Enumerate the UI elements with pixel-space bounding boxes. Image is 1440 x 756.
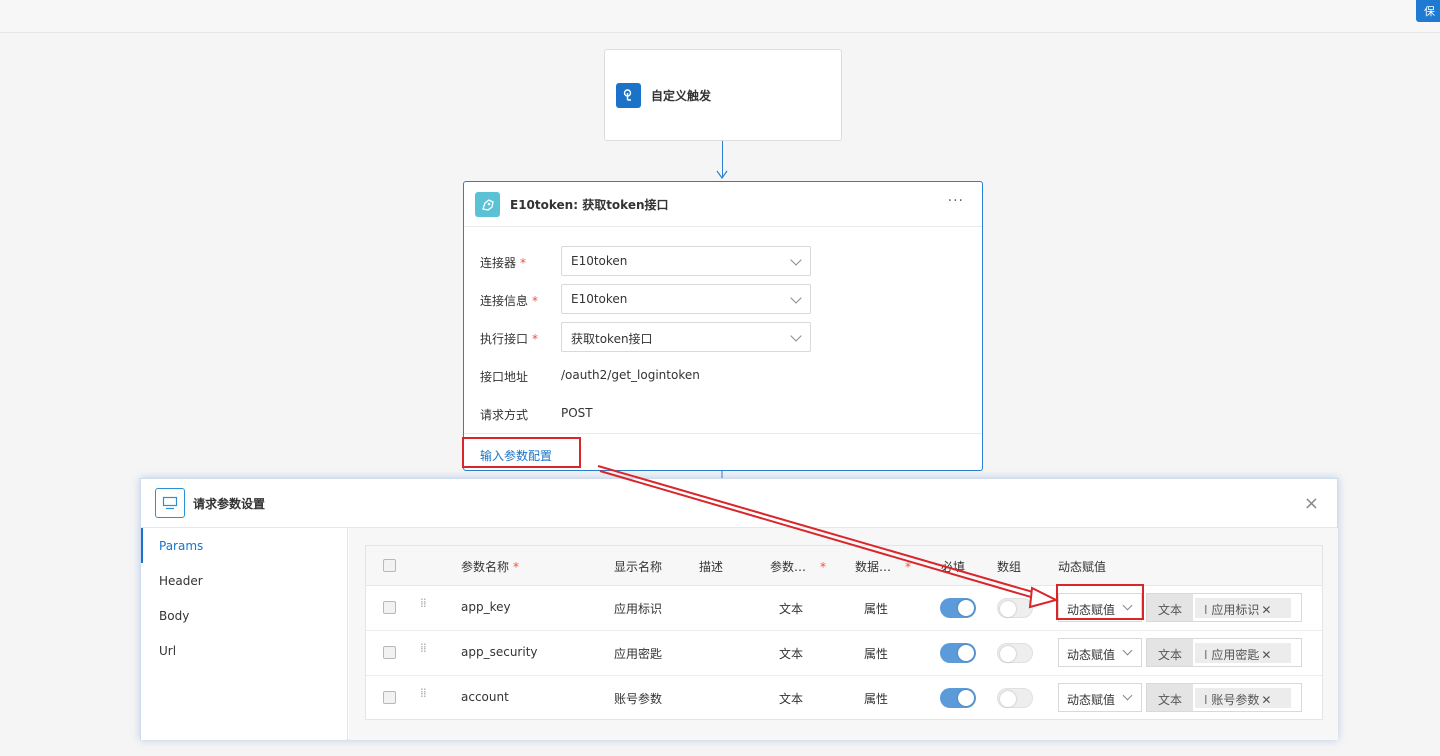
modal-header: 请求参数设置 × xyxy=(141,479,1337,528)
connector-node[interactable]: E10token: 获取token接口 ··· 连接器 * E10token 连接… xyxy=(462,181,983,471)
execute-api-field-row: 执行接口 * 获取token接口 xyxy=(480,322,970,352)
required-toggle[interactable] xyxy=(940,598,976,618)
connection-info-select[interactable]: E10token xyxy=(561,284,811,314)
drag-handle-icon[interactable]: ⁞⁞ xyxy=(420,642,427,654)
column-header-display: 显示名称 xyxy=(614,560,663,574)
close-icon[interactable]: × xyxy=(1304,493,1319,514)
remove-tag-icon[interactable]: ✕ xyxy=(1261,648,1271,662)
field-label: 连接器 * xyxy=(480,256,527,270)
tab-params[interactable]: Params xyxy=(141,528,348,563)
tab-header[interactable]: Header xyxy=(141,563,348,598)
trigger-node[interactable]: 自定义触发 xyxy=(604,49,842,141)
value-tag: Ι 账号参数 ✕ xyxy=(1195,688,1291,708)
array-toggle[interactable] xyxy=(997,598,1033,618)
execute-api-select[interactable]: 获取token接口 xyxy=(561,322,811,352)
tab-body[interactable]: Body xyxy=(141,598,348,633)
table-row: ⁞⁞ app_key 应用标识 文本 属性 动态赋值 文本 Ι 应用标识 ✕ xyxy=(366,586,1322,631)
dynamic-assign-select[interactable]: 动态赋值 xyxy=(1058,593,1142,622)
param-display-name: 应用密匙 xyxy=(614,647,663,661)
params-content: 参数名称 * 显示名称 描述 参数… * 数据… * 必填 数组 动态赋值 ⁞⁞ ap… xyxy=(349,528,1338,740)
param-name: app_key xyxy=(461,600,511,614)
column-header-name: 参数名称 * xyxy=(461,560,520,574)
connector-select[interactable]: E10token xyxy=(561,246,811,276)
touch-trigger-icon xyxy=(616,83,641,108)
value-field[interactable]: 文本 Ι 应用密匙 ✕ xyxy=(1146,638,1302,667)
save-button[interactable]: 保 xyxy=(1416,0,1440,22)
params-table: 参数名称 * 显示名称 描述 参数… * 数据… * 必填 数组 动态赋值 ⁞⁞ ap… xyxy=(365,545,1323,720)
chevron-down-icon xyxy=(1122,645,1133,656)
connector-field-row: 连接器 * E10token xyxy=(480,246,970,276)
connector-node-footer: 输入参数配置 xyxy=(462,433,982,471)
value-type-label: 文本 xyxy=(1147,594,1193,621)
trigger-title: 自定义触发 xyxy=(651,89,712,103)
field-label: 接口地址 xyxy=(480,370,529,384)
connector-icon xyxy=(475,192,500,217)
column-header-param-type: 参数… * xyxy=(770,560,827,574)
param-data-type: 属性 xyxy=(864,602,889,616)
connector-node-title: E10token: 获取token接口 xyxy=(510,198,669,212)
remove-tag-icon[interactable]: ✕ xyxy=(1261,693,1271,707)
table-header: 参数名称 * 显示名称 描述 参数… * 数据… * 必填 数组 动态赋值 xyxy=(366,546,1322,586)
more-options-icon[interactable]: ··· xyxy=(948,193,964,209)
request-method-row: 请求方式 POST xyxy=(480,398,970,428)
table-row: ⁞⁞ app_security 应用密匙 文本 属性 动态赋值 文本 Ι 应用密… xyxy=(366,631,1322,676)
value-field[interactable]: 文本 Ι 应用标识 ✕ xyxy=(1146,593,1302,622)
monitor-icon xyxy=(155,488,185,518)
value-tag: Ι 应用密匙 ✕ xyxy=(1195,643,1291,663)
chevron-down-icon xyxy=(1122,600,1133,611)
array-toggle[interactable] xyxy=(997,643,1033,663)
table-row: ⁞⁞ account 账号参数 文本 属性 动态赋值 文本 Ι 账号参数 ✕ xyxy=(366,676,1322,721)
column-header-array: 数组 xyxy=(997,560,1022,574)
column-header-data-type: 数据… * xyxy=(855,560,912,574)
chevron-down-icon xyxy=(1122,690,1133,701)
column-header-desc: 描述 xyxy=(699,560,724,574)
value-type-label: 文本 xyxy=(1147,684,1193,711)
request-params-modal: 请求参数设置 × Params Header Body Url 参数名称 * 显示… xyxy=(140,478,1338,740)
api-url-value: /oauth2/get_logintoken xyxy=(561,368,700,382)
param-name: account xyxy=(461,690,509,704)
param-data-type: 属性 xyxy=(864,692,889,706)
param-type: 文本 xyxy=(779,692,804,706)
column-header-required: 必填 xyxy=(941,560,966,574)
connector-node-header: E10token: 获取token接口 ··· xyxy=(464,182,982,227)
params-sidebar: Params Header Body Url xyxy=(141,528,348,740)
field-label: 执行接口 * xyxy=(480,332,539,346)
modal-title: 请求参数设置 xyxy=(193,497,266,511)
param-type: 文本 xyxy=(779,602,804,616)
row-checkbox[interactable] xyxy=(383,601,396,614)
column-header-dynamic: 动态赋值 xyxy=(1058,560,1107,574)
row-checkbox[interactable] xyxy=(383,691,396,704)
dynamic-assign-select[interactable]: 动态赋值 xyxy=(1058,638,1142,667)
required-toggle[interactable] xyxy=(940,688,976,708)
drag-handle-icon[interactable]: ⁞⁞ xyxy=(420,597,427,609)
api-url-row: 接口地址 /oauth2/get_logintoken xyxy=(480,360,970,390)
param-display-name: 应用标识 xyxy=(614,602,663,616)
row-checkbox[interactable] xyxy=(383,646,396,659)
top-toolbar: 保 xyxy=(0,0,1440,33)
request-method-value: POST xyxy=(561,406,593,420)
param-type: 文本 xyxy=(779,647,804,661)
tab-url[interactable]: Url xyxy=(141,633,348,668)
remove-tag-icon[interactable]: ✕ xyxy=(1261,603,1271,617)
field-label: 连接信息 * xyxy=(480,294,539,308)
array-toggle[interactable] xyxy=(997,688,1033,708)
drag-handle-icon[interactable]: ⁞⁞ xyxy=(420,687,427,699)
chevron-down-icon xyxy=(790,254,802,266)
value-type-label: 文本 xyxy=(1147,639,1193,666)
connection-info-field-row: 连接信息 * E10token xyxy=(480,284,970,314)
param-data-type: 属性 xyxy=(864,647,889,661)
field-label: 请求方式 xyxy=(480,408,529,422)
param-display-name: 账号参数 xyxy=(614,692,663,706)
input-params-config-link[interactable]: 输入参数配置 xyxy=(462,437,581,468)
dynamic-assign-select[interactable]: 动态赋值 xyxy=(1058,683,1142,712)
value-field[interactable]: 文本 Ι 账号参数 ✕ xyxy=(1146,683,1302,712)
param-name: app_security xyxy=(461,645,538,659)
chevron-down-icon xyxy=(790,292,802,304)
required-toggle[interactable] xyxy=(940,643,976,663)
value-tag: Ι 应用标识 ✕ xyxy=(1195,598,1291,618)
chevron-down-icon xyxy=(790,330,802,342)
select-all-checkbox[interactable] xyxy=(383,559,396,572)
flow-connector-line xyxy=(722,141,723,178)
